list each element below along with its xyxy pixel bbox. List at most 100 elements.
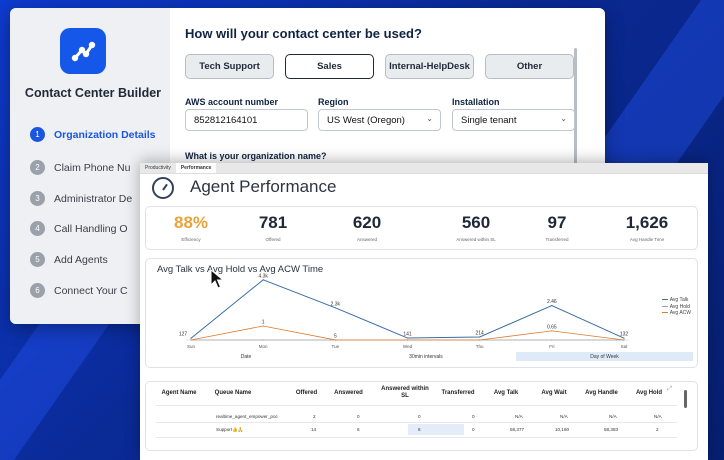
kpi-value: 560 xyxy=(461,213,491,232)
col-queue-name: Queue Name xyxy=(214,390,252,396)
kpi-label: Answered xyxy=(356,237,377,242)
legend-swatch xyxy=(661,312,668,314)
within-sl-cell: 6 xyxy=(418,427,421,432)
step-number: 3 xyxy=(30,191,45,206)
x-tick-label: Sat xyxy=(621,344,629,349)
network-icon xyxy=(71,41,96,62)
step-label: Organization Details xyxy=(54,128,156,141)
data-point xyxy=(406,339,409,341)
step-label: Claim Phone Nu xyxy=(54,161,131,174)
step-label: Call Handling O xyxy=(54,222,128,235)
option-sales[interactable]: Sales xyxy=(285,54,374,79)
agent-table: ⤢ Agent Name Queue Name Offered Answered… xyxy=(145,381,698,451)
x-tick-label: Mon xyxy=(259,344,268,349)
kpi-label: Avg Handle Time xyxy=(629,237,665,242)
series-line-avg-talk xyxy=(190,279,625,339)
interval-button[interactable]: 30min intervals xyxy=(336,352,516,361)
chevron-down-icon: ⌄ xyxy=(560,114,567,123)
kpi-efficiency: 88% Efficiency xyxy=(146,213,236,242)
legend-swatch xyxy=(661,305,668,307)
avg-handle-cell: 58,383 xyxy=(604,427,619,432)
data-point xyxy=(623,337,625,339)
divider xyxy=(140,173,708,174)
option-other[interactable]: Other xyxy=(485,54,574,79)
step-administrator-details[interactable]: 3 Administrator De xyxy=(30,191,132,206)
installation-label: Installation xyxy=(452,97,500,107)
step-number: 4 xyxy=(30,221,45,236)
option-internal-helpdesk[interactable]: Internal-HelpDesk xyxy=(385,54,474,79)
step-number: 5 xyxy=(30,252,45,267)
agent-performance-window: Productivity Performance Agent Performan… xyxy=(140,163,708,460)
kpi-value: 620 xyxy=(352,213,382,232)
step-connect[interactable]: 6 Connect Your C xyxy=(30,283,128,298)
step-call-handling[interactable]: 4 Call Handling O xyxy=(30,221,128,236)
page-title: Agent Performance xyxy=(190,177,337,196)
step-organization-details[interactable]: 1 Organization Details xyxy=(30,127,156,142)
tab-productivity[interactable]: Productivity xyxy=(140,163,176,173)
avg-wait-cell: N/A xyxy=(560,414,568,419)
aws-account-field[interactable]: 852812164101 xyxy=(185,109,308,131)
table-scrollbar[interactable] xyxy=(684,390,687,408)
avg-handle-cell: N/A xyxy=(609,414,617,419)
x-tick-label: Sun xyxy=(187,344,196,349)
region-label: Region xyxy=(318,97,349,107)
col-avg-wait: Avg Wait xyxy=(541,390,567,396)
queue-cell: realtime_agent_empower_poc xyxy=(216,414,278,419)
queue-cell: Support👍🙏 xyxy=(216,427,244,432)
data-point xyxy=(479,336,481,338)
kpi-label: Offered xyxy=(265,237,281,242)
data-label: 4.3k xyxy=(258,273,268,279)
legend-item: Avg ACW xyxy=(661,310,691,317)
within-sl-cell: 0 xyxy=(418,414,421,419)
region-select[interactable]: US West (Oregon) ⌄ xyxy=(318,109,441,131)
data-label: 132 xyxy=(620,332,629,338)
kpi-answered: 620 Answered xyxy=(322,213,412,242)
kpi-value: 97 xyxy=(547,213,567,232)
kpi-answered-within-sl: 560 Answered within SL xyxy=(431,213,521,242)
data-point xyxy=(551,330,553,332)
data-label: 141 xyxy=(403,332,412,338)
col-answered: Answered xyxy=(334,390,363,396)
selected-cell xyxy=(408,424,464,435)
step-label: Administrator De xyxy=(54,192,133,205)
step-claim-phone-number[interactable]: 2 Claim Phone Nu xyxy=(30,160,130,175)
legend-label: Avg ACW xyxy=(669,310,691,316)
col-offered: Offered xyxy=(295,390,318,396)
step-number: 6 xyxy=(30,283,45,298)
kpi-label: Efficiency xyxy=(181,237,201,242)
tab-performance[interactable]: Performance xyxy=(175,163,217,173)
col-avg-talk: Avg Talk xyxy=(493,390,519,396)
data-point xyxy=(479,339,481,341)
kpi-value: 781 xyxy=(258,213,288,232)
divider xyxy=(156,422,677,423)
installation-select[interactable]: Single tenant ⌄ xyxy=(452,109,575,131)
transferred-cell: 0 xyxy=(472,427,475,432)
data-point xyxy=(623,339,625,341)
data-point xyxy=(551,304,553,307)
col-transferred: Transferred xyxy=(441,390,475,396)
organization-name-question: What is your organization name? xyxy=(185,151,327,161)
step-add-agents[interactable]: 5 Add Agents xyxy=(30,252,108,267)
offered-cell: 2 xyxy=(313,414,316,419)
speedometer-icon xyxy=(152,177,174,199)
kpi-label: Answered within SL xyxy=(456,237,496,242)
legend-label: Avg Hold xyxy=(669,303,690,310)
data-point xyxy=(190,337,192,339)
usage-question: How will your contact center be used? xyxy=(185,26,422,41)
kpi-value: 88% xyxy=(173,213,209,232)
kpi-panel: 88% Efficiency 781 Offered 620 Answered 560… xyxy=(145,206,698,250)
avg-wait-cell: 10,160 xyxy=(555,427,570,432)
kpi-offered: 781 Offered xyxy=(228,213,318,242)
kpi-value: 1,626 xyxy=(625,213,669,232)
col-agent-name: Agent Name xyxy=(161,390,197,396)
installation-value: Single tenant xyxy=(461,114,517,126)
step-label: Connect Your C xyxy=(54,284,128,297)
kpi-label: Transferred xyxy=(545,237,569,242)
answered-cell: 0 xyxy=(357,414,360,419)
legend-swatch xyxy=(661,299,668,301)
data-label: 1 xyxy=(262,320,265,326)
data-point xyxy=(551,339,553,341)
day-of-week-button[interactable]: Day of Week xyxy=(516,352,693,361)
option-tech-support[interactable]: Tech Support xyxy=(185,54,274,79)
date-button[interactable]: Date xyxy=(156,352,336,361)
